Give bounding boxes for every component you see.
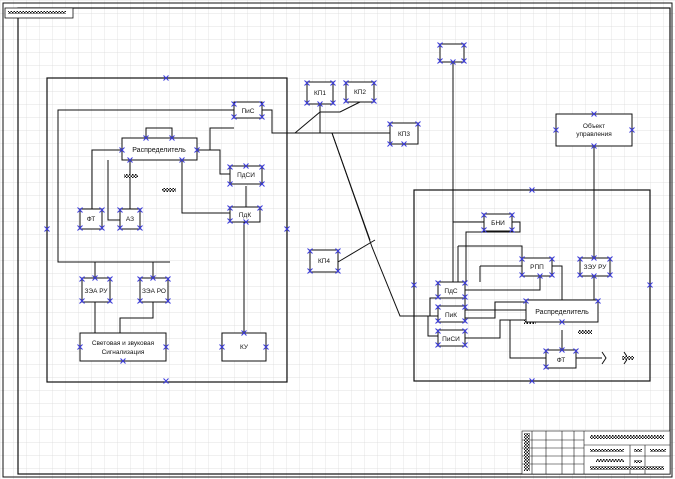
- block-object[interactable]: [555, 113, 633, 147]
- label-pik: ПиК: [445, 312, 457, 319]
- label-pdk-left: ПдК: [239, 212, 251, 219]
- block-signalization[interactable]: [79, 332, 167, 362]
- label-signal-line1: Световая и звуковая: [92, 340, 155, 347]
- label-bni: БНИ: [491, 220, 505, 227]
- hatch-mark: [622, 356, 634, 360]
- label-pds: ПдС: [444, 288, 457, 295]
- label-raspredelitel-left: Распределитель: [132, 147, 186, 154]
- hatch-mark: [162, 188, 176, 192]
- label-raspredelitel-right: Распределитель: [535, 309, 589, 316]
- label-ft-left: ФТ: [87, 216, 96, 223]
- block-top-unlabeled[interactable]: [439, 43, 465, 63]
- label-object-line1: Объект: [583, 122, 605, 130]
- label-kp2: КП2: [354, 89, 366, 96]
- label-az: АЗ: [126, 216, 134, 223]
- hatch-mark: [124, 174, 138, 178]
- label-ft-right: ФТ: [557, 357, 566, 364]
- label-zea-ru: ЗЭА РУ: [84, 288, 108, 295]
- label-kp1: КП1: [314, 90, 326, 97]
- label-zea-ro: ЗЭА РО: [142, 288, 166, 295]
- label-zeu-ru: ЗЭУ РУ: [584, 264, 608, 271]
- label-kp4: КП4: [318, 258, 330, 265]
- label-signal-line2: Сигнализация: [102, 349, 145, 356]
- label-object-line2: управления: [576, 131, 612, 138]
- label-ku: КУ: [240, 344, 249, 351]
- label-rpp: РПП: [530, 264, 544, 271]
- label-kp3: КП3: [398, 131, 410, 138]
- label-pdsi: ПдСИ: [237, 172, 255, 179]
- label-pisi: ПиСИ: [442, 336, 460, 343]
- hatch-mark: [578, 330, 592, 334]
- schematic-canvas: ПиС Распределитель ПдСИ ПдК ФТ АЗ ЗЭА РУ…: [0, 0, 675, 479]
- label-pis: ПиС: [242, 108, 255, 115]
